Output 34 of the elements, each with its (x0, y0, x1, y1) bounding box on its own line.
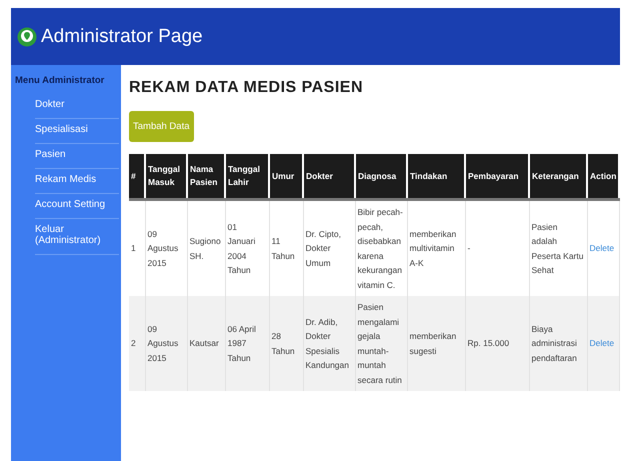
column-header: Umur (269, 154, 303, 200)
column-header: # (129, 154, 145, 200)
table-cell: Dr. Adib, Dokter Spesialis Kandungan (303, 296, 355, 391)
sidebar-item[interactable]: Dokter (35, 94, 119, 119)
column-header: Diagnosa (355, 154, 407, 200)
table-cell: 06 April 1987 Tahun (225, 296, 269, 391)
add-data-button[interactable]: Tambah Data (129, 111, 194, 142)
column-header: Tanggal Lahir (225, 154, 269, 200)
column-header: Tindakan (407, 154, 465, 200)
table-cell: Kautsar (187, 296, 225, 391)
logo-icon (17, 26, 37, 46)
sidebar-item[interactable]: Pasien (35, 144, 119, 169)
table-cell: 09 Agustus 2015 (145, 296, 187, 391)
sidebar-item[interactable]: Account Setting (35, 194, 119, 219)
sidebar-item[interactable]: Spesialisasi (35, 119, 119, 144)
column-header: Nama Pasien (187, 154, 225, 200)
column-header: Tanggal Masuk (145, 154, 187, 200)
sidebar-item[interactable]: Keluar (Administrator) (35, 219, 119, 255)
table-cell: Pasien mengalami gejala muntah-muntah secara rutin (355, 296, 407, 391)
page-title: REKAM DATA MEDIS PASIEN (129, 79, 364, 97)
column-header: Action (587, 154, 619, 200)
column-header: Dokter (303, 154, 355, 200)
column-header: Keterangan (529, 154, 587, 200)
table-cell: memberikan sugesti (407, 296, 465, 391)
table-cell: Rp. 15.000 (465, 296, 529, 391)
table-cell: 2 (129, 296, 145, 391)
sidebar-heading: Menu Administrator (14, 75, 106, 86)
delete-link[interactable]: Delete (590, 243, 614, 254)
table-cell: Biaya administrasi pendaftaran (529, 296, 587, 391)
column-header: Pembayaran (465, 154, 529, 200)
sidebar-item[interactable]: Rekam Medis (35, 169, 119, 194)
table-cell: 28 Tahun (269, 296, 303, 391)
delete-link[interactable]: Delete (590, 338, 614, 348)
app-title: Administrator Page (41, 26, 203, 48)
